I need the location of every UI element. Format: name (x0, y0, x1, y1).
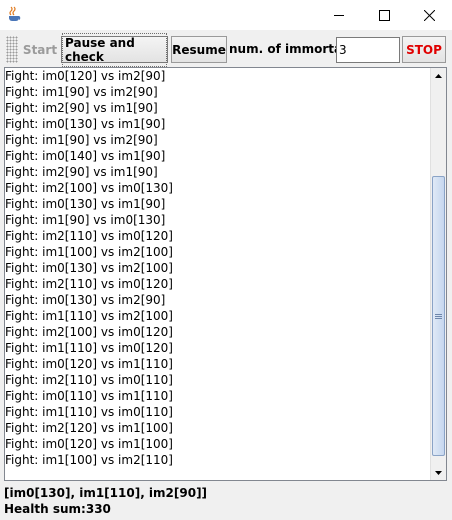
log-line: Fight: im2[110] vs im0[110] (5, 373, 173, 387)
pause-button-label: Pause and check (62, 32, 167, 67)
log-line: Fight: im2[100] vs im0[120] (5, 325, 173, 339)
start-button[interactable]: Start (20, 36, 60, 63)
log-line: Fight: im0[130] vs im1[90] (5, 117, 166, 131)
log-line: Fight: im2[110] vs im0[120] (5, 229, 173, 243)
minimize-icon (333, 14, 344, 16)
log-line: Fight: im0[140] vs im1[90] (5, 149, 166, 163)
close-icon (423, 9, 435, 21)
log-line: Fight: im2[100] vs im0[130] (5, 181, 173, 195)
log-line: Fight: im1[110] vs im0[110] (5, 405, 173, 419)
log-line: Fight: im1[100] vs im2[100] (5, 245, 173, 259)
log-line: Fight: im2[90] vs im1[90] (5, 101, 158, 115)
immortals-count-field[interactable] (336, 37, 400, 63)
immortals-status: [im0[130], im1[110], im2[90]] (4, 486, 208, 500)
log-line: Fight: im0[120] vs im1[110] (5, 357, 173, 371)
scroll-thumb[interactable] (432, 176, 445, 456)
scroll-down-button[interactable] (431, 465, 446, 480)
vertical-scrollbar[interactable] (430, 68, 446, 480)
minimize-button[interactable] (316, 0, 362, 30)
start-button-label: Start (22, 42, 58, 57)
stop-button-label: STOP (406, 42, 442, 57)
arrow-up-icon (435, 73, 442, 78)
log-line: Fight: im1[100] vs im2[110] (5, 453, 173, 467)
log-line: Fight: im2[110] vs im0[120] (5, 277, 173, 291)
resume-button-label: Resume (172, 42, 226, 57)
log-line: Fight: im1[90] vs im2[90] (5, 85, 158, 99)
arrow-down-icon (435, 470, 442, 475)
log-line: Fight: im1[110] vs im0[120] (5, 341, 173, 355)
resume-button[interactable]: Resume (171, 36, 227, 63)
log-line: Fight: im2[90] vs im1[90] (5, 165, 158, 179)
log-line: Fight: im1[90] vs im0[130] (5, 213, 166, 227)
log-line: Fight: im2[120] vs im1[100] (5, 421, 173, 435)
log-line: Fight: im0[120] vs im1[100] (5, 437, 173, 451)
java-cup-icon (8, 6, 22, 22)
log-line: Fight: im0[130] vs im2[100] (5, 261, 173, 275)
stop-button[interactable]: STOP (402, 36, 446, 63)
log-line: Fight: im0[110] vs im1[110] (5, 389, 173, 403)
log-line: Fight: im0[130] vs im2[90] (5, 293, 166, 307)
fight-log-list: Fight: im0[120] vs im2[90] Fight: im1[90]… (5, 68, 431, 480)
maximize-button[interactable] (361, 0, 407, 30)
log-line: Fight: im1[90] vs im2[90] (5, 133, 158, 147)
scroll-up-button[interactable] (431, 68, 446, 83)
health-sum-status: Health sum:330 (4, 502, 111, 516)
log-line: Fight: im1[110] vs im2[100] (5, 309, 173, 323)
toolbar-grip[interactable] (6, 36, 18, 63)
fight-log-panel: Fight: im0[120] vs im2[90] Fight: im1[90]… (4, 67, 447, 481)
close-button[interactable] (406, 0, 452, 30)
title-bar (0, 0, 452, 30)
scroll-thumb-grip (435, 313, 442, 319)
maximize-icon (378, 9, 390, 21)
log-line: Fight: im0[130] vs im1[90] (5, 197, 166, 211)
pause-and-check-button[interactable]: Pause and check (61, 32, 168, 67)
log-line: Fight: im0[120] vs im2[90] (5, 69, 166, 83)
